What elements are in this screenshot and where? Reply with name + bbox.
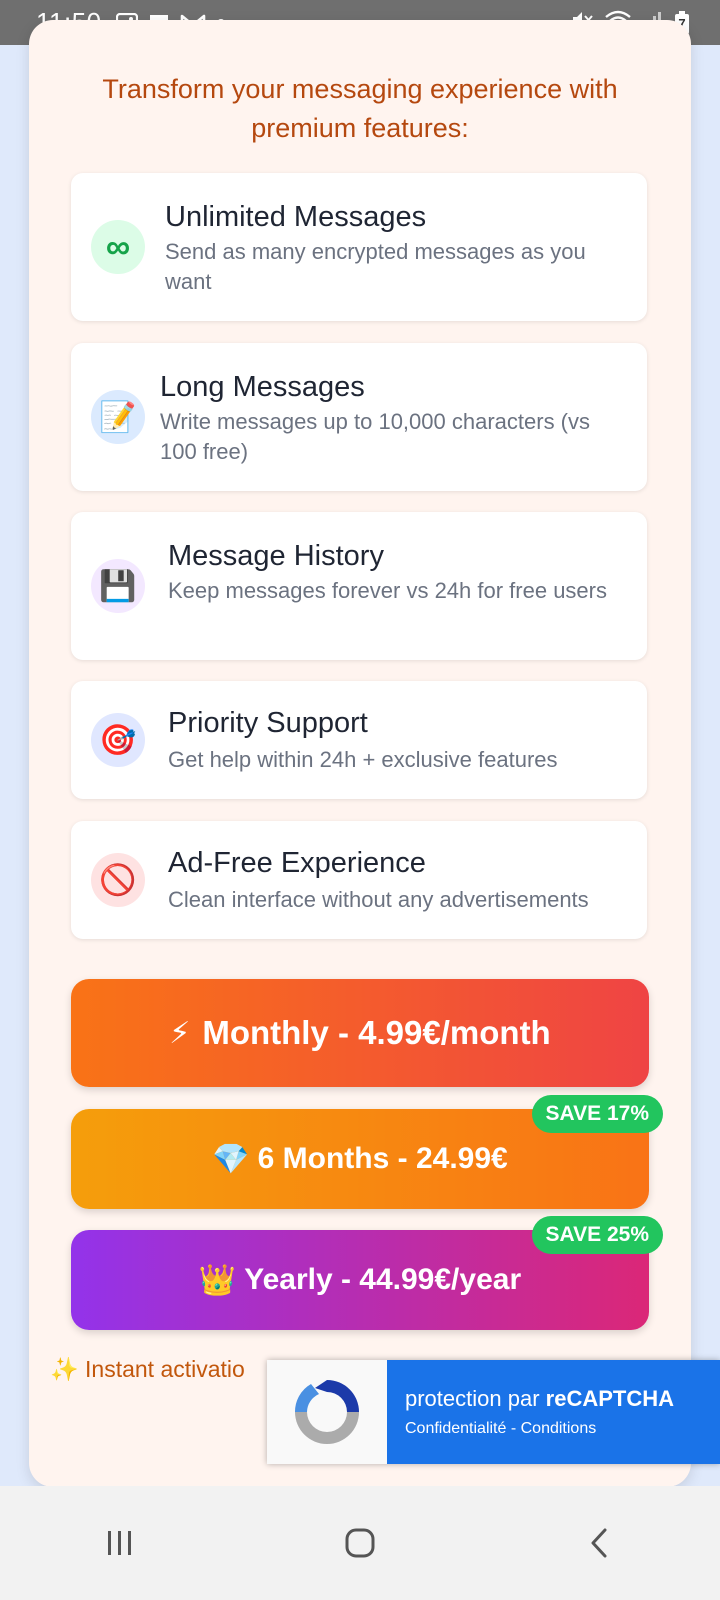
- recaptcha-logo-icon: [267, 1360, 387, 1464]
- feature-ad-free: 🚫 Ad-Free Experience Clean interface wit…: [71, 821, 647, 939]
- back-icon: [591, 1528, 607, 1558]
- feature-unlimited-messages: ∞ Unlimited Messages Send as many encryp…: [71, 173, 647, 321]
- recent-apps-icon: [108, 1531, 131, 1555]
- feature-desc: Keep messages forever vs 24h for free us…: [168, 578, 607, 603]
- lightning-icon: ⚡: [169, 1016, 191, 1050]
- diamond-icon: 💎: [212, 1142, 250, 1176]
- feature-message-history: 💾 Message History Keep messages forever …: [71, 512, 647, 660]
- feature-desc: Get help within 24h + exclusive features: [168, 747, 558, 772]
- plan-yearly-button[interactable]: 👑 Yearly - 44.99€/year SAVE 25%: [71, 1216, 663, 1330]
- feature-title: Ad-Free Experience: [168, 847, 426, 879]
- home-button[interactable]: [320, 1513, 400, 1573]
- instant-activation-text: ✨ Instant activatio: [50, 1356, 245, 1382]
- infinity-icon: ∞: [91, 220, 145, 274]
- feature-desc: Clean interface without any advertisemen…: [168, 887, 589, 912]
- floppy-disk-icon: 💾: [91, 559, 145, 613]
- recaptcha-prefix: protection par: [405, 1386, 546, 1411]
- save-badge: SAVE 17%: [531, 1095, 663, 1133]
- plan-label: Monthly - 4.99€/month: [202, 1014, 551, 1051]
- link-separator: -: [506, 1420, 521, 1437]
- plan-monthly-button[interactable]: ⚡ Monthly - 4.99€/month: [71, 979, 649, 1087]
- recaptcha-brand: reCAPTCHA: [545, 1386, 674, 1411]
- recent-apps-button[interactable]: [80, 1513, 160, 1573]
- memo-icon: 📝: [91, 390, 145, 444]
- feature-title: Message History: [168, 540, 384, 572]
- feature-title: Unlimited Messages: [165, 201, 427, 233]
- privacy-link[interactable]: Confidentialité: [405, 1420, 506, 1437]
- feature-title: Long Messages: [160, 371, 365, 403]
- feature-priority-support: 🎯 Priority Support Get help within 24h +…: [71, 681, 647, 799]
- plan-six-months-button[interactable]: 💎 6 Months - 24.99€ SAVE 17%: [71, 1095, 663, 1209]
- plan-label: 6 Months - 24.99€: [257, 1142, 508, 1175]
- recaptcha-links: Confidentialité - Conditions: [405, 1420, 720, 1438]
- save-badge: SAVE 25%: [531, 1216, 663, 1254]
- plan-label: Yearly - 44.99€/year: [244, 1263, 522, 1296]
- recaptcha-protection-label: protection par reCAPTCHA: [405, 1386, 720, 1412]
- terms-link[interactable]: Conditions: [521, 1420, 597, 1437]
- prohibited-icon: 🚫: [91, 853, 145, 907]
- feature-title: Priority Support: [168, 707, 368, 739]
- recaptcha-text: protection par reCAPTCHA Confidentialité…: [387, 1360, 720, 1464]
- recaptcha-badge[interactable]: protection par reCAPTCHA Confidentialité…: [267, 1360, 720, 1464]
- feature-desc: Send as many encrypted messages as you w…: [165, 239, 586, 294]
- home-icon: [345, 1528, 375, 1558]
- crown-icon: 👑: [198, 1263, 237, 1297]
- feature-desc: Write messages up to 10,000 characters (…: [160, 409, 591, 464]
- feature-long-messages: 📝 Long Messages Write messages up to 10,…: [71, 343, 647, 491]
- intro-text: Transform your messaging experience with…: [102, 74, 618, 143]
- back-button[interactable]: [560, 1513, 640, 1573]
- navigation-bar: [0, 1486, 720, 1600]
- target-icon: 🎯: [91, 713, 145, 767]
